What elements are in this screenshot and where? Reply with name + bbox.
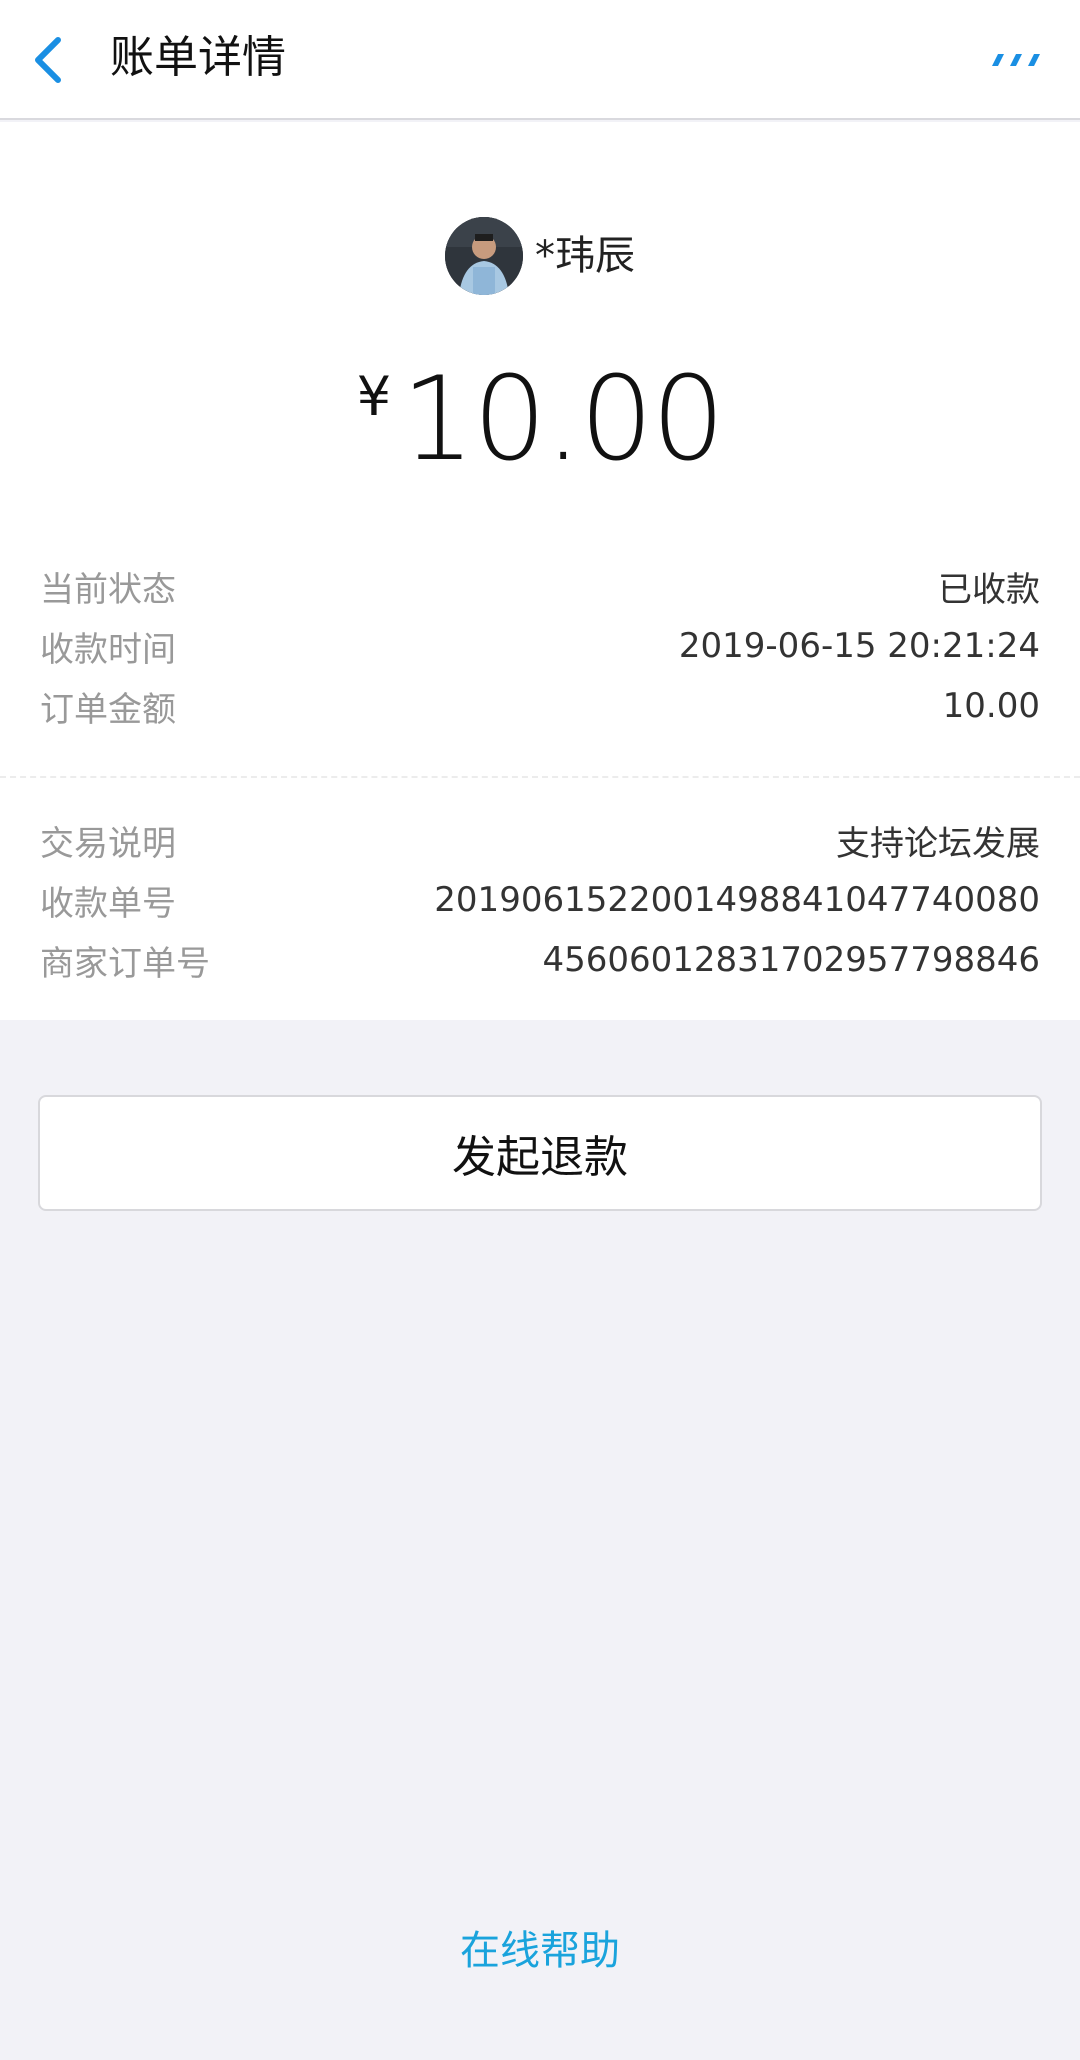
- detail-label: 订单金额: [40, 689, 176, 730]
- avatar: [445, 217, 523, 295]
- section-divider: [0, 776, 1080, 778]
- detail-row-description: 交易说明 支持论坛发展: [40, 812, 1040, 868]
- detail-label: 商家订单号: [40, 943, 210, 984]
- amount-display: ¥10.00: [0, 352, 1080, 487]
- more-dots-icon: [992, 54, 1040, 66]
- bill-detail-screen: 账单详情 *玮辰 ¥10.00 当前状态 已收款 收款时间 2019-06-15…: [0, 0, 1080, 2060]
- detail-value: 已收款: [938, 569, 1040, 610]
- detail-value: 支持论坛发展: [836, 823, 1040, 864]
- detail-row-status: 当前状态 已收款: [40, 558, 1040, 614]
- detail-label: 收款时间: [40, 629, 176, 670]
- detail-value: 10.00: [942, 686, 1040, 726]
- navigation-bar: 账单详情: [0, 0, 1080, 120]
- more-button[interactable]: [986, 36, 1046, 84]
- refund-button[interactable]: 发起退款: [38, 1095, 1042, 1211]
- payer-info: *玮辰: [0, 216, 1080, 296]
- detail-row-order-amount: 订单金额 10.00: [40, 678, 1040, 734]
- bill-detail-card: *玮辰 ¥10.00 当前状态 已收款 收款时间 2019-06-15 20:2…: [0, 122, 1080, 1020]
- chevron-left-icon: [35, 37, 61, 83]
- detail-value: 4560601283170295779884­6: [542, 940, 1040, 980]
- back-button[interactable]: [28, 24, 108, 96]
- detail-row-time: 收款时间 2019-06-15 20:21:24: [40, 618, 1040, 674]
- detail-label: 当前状态: [40, 569, 176, 610]
- detail-row-receipt-number: 收款单号 2019061522001498841047740080: [40, 872, 1040, 928]
- detail-label: 交易说明: [40, 823, 176, 864]
- detail-label: 收款单号: [40, 883, 176, 924]
- detail-value: 2019-06-15 20:21:24: [678, 626, 1040, 666]
- detail-row-merchant-order: 商家订单号 4560601283170295779884­6: [40, 932, 1040, 988]
- amount-value: 10.00: [401, 352, 725, 487]
- payer-name: *玮辰: [535, 233, 635, 279]
- currency-symbol: ¥: [356, 365, 392, 428]
- online-help-link[interactable]: 在线帮助: [0, 1918, 1080, 1976]
- detail-value: 2019061522001498841047740080: [434, 880, 1040, 920]
- page-title: 账单详情: [110, 32, 286, 83]
